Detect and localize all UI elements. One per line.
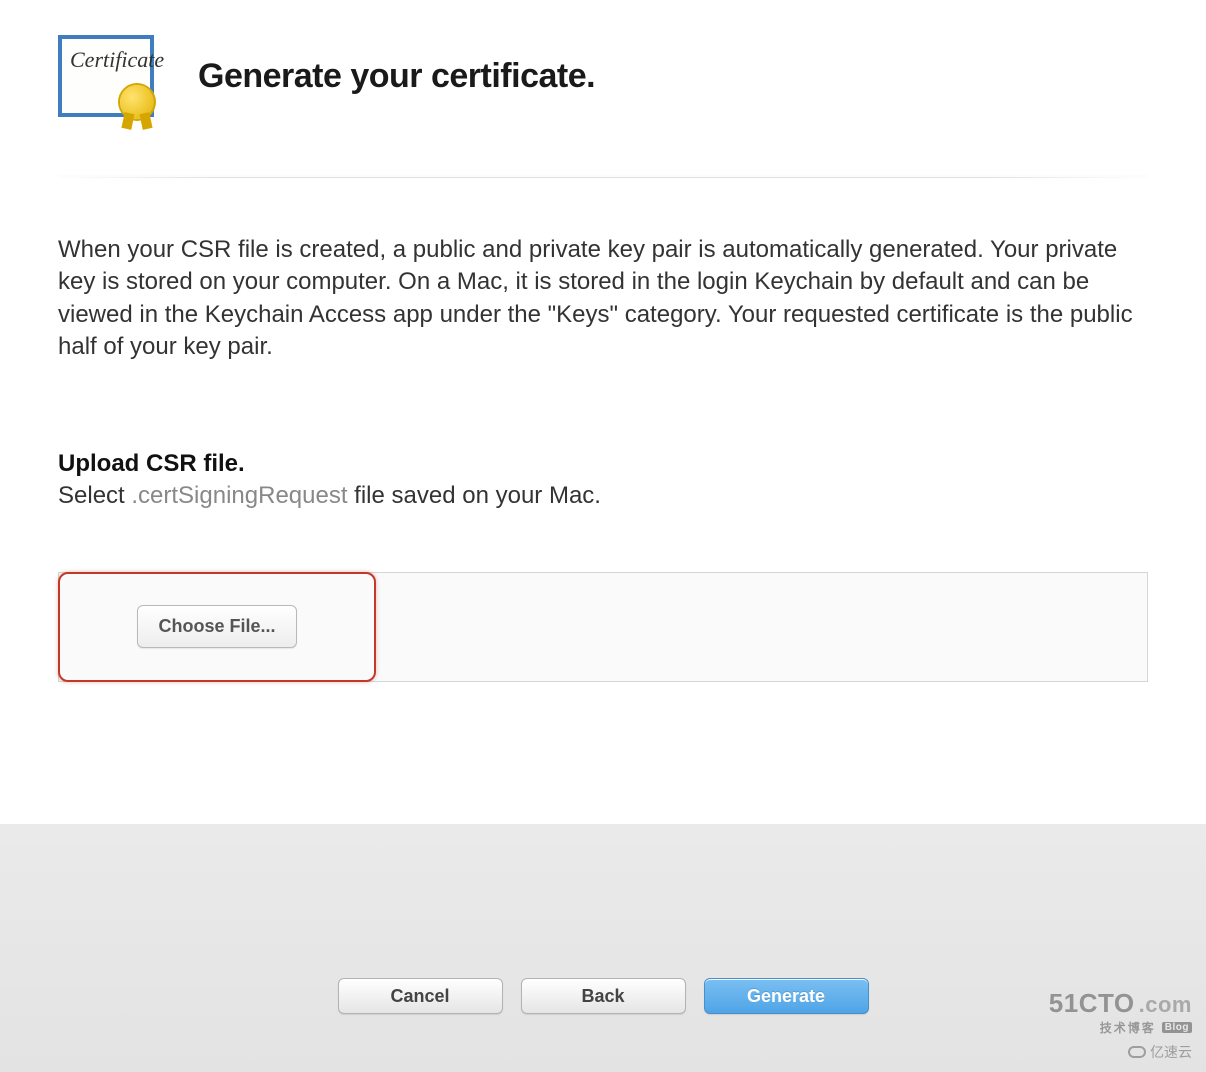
watermark-line2b: Blog: [1162, 1022, 1192, 1033]
watermark: 51CTO.com 技术博客 Blog 亿速云: [1049, 988, 1192, 1062]
upload-subtext-suffix: file saved on your Mac.: [348, 482, 601, 509]
upload-subtext: Select .certSigningRequest file saved on…: [58, 482, 1148, 510]
upload-heading: Upload CSR file.: [58, 450, 1148, 478]
watermark-line1b: .com: [1139, 992, 1192, 1018]
upload-bar: Choose File...: [58, 572, 1148, 682]
watermark-line3: 亿速云: [1049, 1042, 1192, 1062]
choose-file-button[interactable]: Choose File...: [137, 605, 296, 648]
upload-highlight-box: Choose File...: [58, 572, 376, 682]
header-divider: [58, 177, 1148, 178]
watermark-line3-text: 亿速云: [1150, 1042, 1192, 1062]
upload-subtext-prefix: Select: [58, 482, 131, 509]
footer-bar: Cancel Back Generate 51CTO.com 技术博客 Blog…: [0, 824, 1206, 1072]
header-row: Certificate Generate your certificate.: [58, 35, 1148, 117]
cancel-button[interactable]: Cancel: [338, 978, 503, 1014]
certificate-icon: Certificate: [58, 35, 154, 117]
footer-button-row: Cancel Back Generate: [338, 978, 869, 1014]
watermark-line1a: 51CTO: [1049, 988, 1135, 1019]
page-title: Generate your certificate.: [198, 57, 595, 96]
certificate-icon-label: Certificate: [62, 39, 172, 81]
cloud-icon: [1128, 1046, 1146, 1058]
watermark-line2: 技术博客 Blog: [1049, 1019, 1192, 1036]
watermark-line2a: 技术博客: [1100, 1019, 1156, 1036]
watermark-line1: 51CTO.com: [1049, 988, 1192, 1019]
certificate-seal-icon: [120, 85, 154, 119]
generate-button[interactable]: Generate: [704, 978, 869, 1014]
upload-filetype: .certSigningRequest: [131, 482, 347, 509]
back-button[interactable]: Back: [521, 978, 686, 1014]
description-text: When your CSR file is created, a public …: [58, 234, 1148, 364]
page-root: Certificate Generate your certificate. W…: [0, 0, 1206, 1072]
content-area: Certificate Generate your certificate. W…: [0, 0, 1206, 824]
